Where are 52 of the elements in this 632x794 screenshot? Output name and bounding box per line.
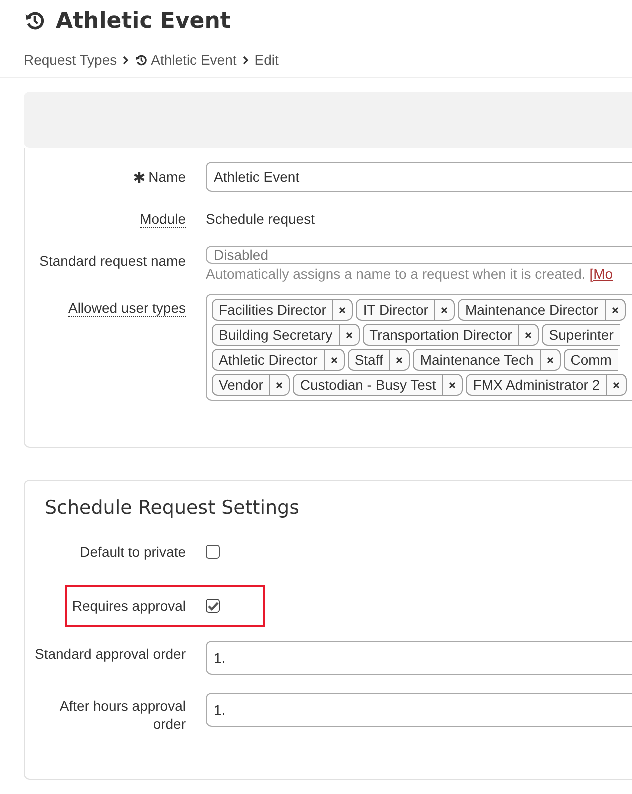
chevron-icon xyxy=(123,56,130,64)
standard-name-input[interactable]: Disabled xyxy=(206,246,632,264)
user-type-tag: Facilities Director xyxy=(212,299,354,321)
name-input[interactable]: Athletic Event xyxy=(206,162,632,192)
user-type-tag: Maintenance Tech xyxy=(413,349,561,371)
breadcrumb-current: Edit xyxy=(254,52,279,68)
user-type-tag: Building Secretary xyxy=(212,324,360,346)
approval-order-input[interactable]: 1. xyxy=(206,641,632,675)
checkbox[interactable] xyxy=(206,545,220,559)
field-label: Allowed user types xyxy=(68,300,186,317)
user-type-tag: Athletic Director xyxy=(212,349,345,371)
field-label: Standard request name xyxy=(38,252,187,270)
remove-icon[interactable] xyxy=(441,306,448,314)
remove-icon[interactable] xyxy=(449,382,456,388)
field-label: Name xyxy=(148,169,186,185)
field-label: Module xyxy=(140,210,186,228)
breadcrumb-link[interactable]: Request Types xyxy=(24,52,118,68)
more-link[interactable]: [Mo xyxy=(590,266,614,282)
remove-icon[interactable] xyxy=(525,332,532,338)
user-type-tag: IT Director xyxy=(356,299,456,321)
breadcrumb-link[interactable]: Athletic Event xyxy=(135,52,237,68)
user-type-tag: Staff xyxy=(348,349,410,371)
remove-icon[interactable] xyxy=(346,332,353,338)
checkbox[interactable] xyxy=(206,599,220,613)
remove-icon[interactable] xyxy=(546,356,554,364)
remove-icon[interactable] xyxy=(330,356,338,364)
history-icon xyxy=(24,10,46,32)
history-icon xyxy=(135,54,148,66)
module-value: Schedule request xyxy=(206,211,315,227)
field-label: Requires approval xyxy=(71,597,187,615)
user-type-tag: Transportation Director xyxy=(362,324,540,346)
help-text: Automatically assigns a name to a request when it is created. xyxy=(206,266,586,282)
remove-icon[interactable] xyxy=(276,382,284,388)
user-type-tag: Maintenance Director xyxy=(458,299,626,321)
field-label: Standard approval order xyxy=(34,645,187,663)
user-type-tag: Vendor xyxy=(212,374,290,396)
page-title: Athletic Event xyxy=(56,8,231,34)
user-type-tag: Custodian - Busy Test xyxy=(293,374,464,396)
remove-icon[interactable] xyxy=(339,306,346,314)
required-icon xyxy=(134,172,145,182)
user-type-tag: FMX Administrator 2 xyxy=(466,374,628,396)
user-types-field[interactable] xyxy=(206,294,632,401)
user-type-tag: Superinter xyxy=(542,324,620,346)
section-title: Schedule Request Settings xyxy=(45,497,300,519)
remove-icon[interactable] xyxy=(613,382,620,388)
chevron-icon xyxy=(242,56,249,64)
remove-icon[interactable] xyxy=(612,306,619,314)
field-label: After hours approval order xyxy=(58,697,187,733)
user-type-tag: Comm xyxy=(564,349,618,371)
approval-order-input[interactable]: 1. xyxy=(206,693,632,727)
field-label: Default to private xyxy=(79,543,187,561)
remove-icon[interactable] xyxy=(396,356,404,364)
